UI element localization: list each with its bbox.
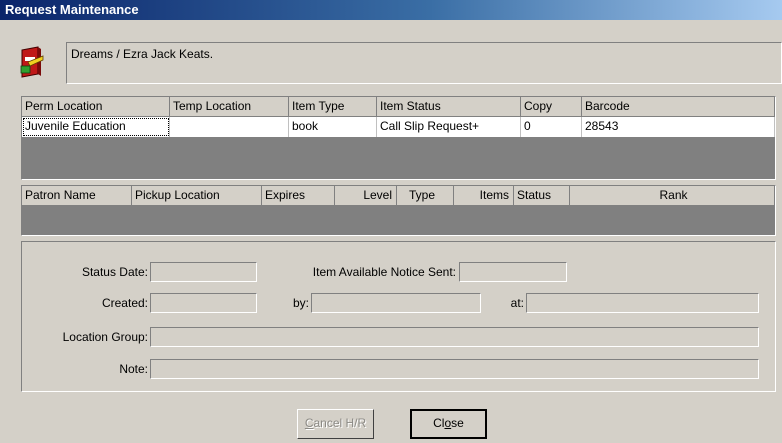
at-field[interactable] (526, 293, 759, 313)
cell-barcode: 28543 (582, 117, 775, 137)
column-header-copy[interactable]: Copy (521, 97, 582, 117)
request-maintenance-icon (20, 46, 44, 78)
column-header-temp-location[interactable]: Temp Location (170, 97, 289, 117)
item-title-field: Dreams / Ezra Jack Keats. (66, 42, 782, 84)
cell-copy: 0 (521, 117, 582, 137)
cancel-hr-button[interactable]: Cancel H/R (297, 409, 374, 439)
cell-temp-location (170, 117, 289, 137)
column-header-pickup-location[interactable]: Pickup Location (132, 186, 262, 206)
item-available-notice-label: Item Available Notice Sent: (312, 265, 456, 279)
requests-table[interactable]: Patron Name Pickup Location Expires Leve… (21, 185, 776, 236)
items-table[interactable]: Perm Location Temp Location Item Type It… (21, 96, 776, 180)
item-available-notice-field[interactable] (459, 262, 567, 282)
location-group-label: Location Group: (62, 330, 148, 344)
column-header-patron-name[interactable]: Patron Name (22, 186, 132, 206)
cell-item-type: book (289, 117, 377, 137)
status-date-label: Status Date: (81, 265, 148, 279)
cell-item-status: Call Slip Request+ (377, 117, 521, 137)
column-header-items[interactable]: Items (454, 186, 514, 206)
note-field[interactable] (150, 359, 759, 379)
column-header-level[interactable]: Level (335, 186, 397, 206)
column-header-rank[interactable]: Rank (570, 186, 775, 206)
column-header-status[interactable]: Status (514, 186, 570, 206)
by-field[interactable] (311, 293, 481, 313)
column-header-item-type[interactable]: Item Type (289, 97, 377, 117)
request-details-group: Status Date: Item Available Notice Sent:… (21, 241, 776, 392)
close-button[interactable]: Close (410, 409, 487, 439)
items-table-header: Perm Location Temp Location Item Type It… (22, 97, 775, 117)
cell-perm-location: Juvenile Education (22, 117, 170, 137)
note-label: Note: (119, 362, 148, 376)
column-header-type[interactable]: Type (397, 186, 454, 206)
status-date-field[interactable] (150, 262, 257, 282)
window-title: Request Maintenance (0, 0, 782, 20)
column-header-expires[interactable]: Expires (262, 186, 335, 206)
requests-table-header: Patron Name Pickup Location Expires Leve… (22, 186, 775, 206)
location-group-field[interactable] (150, 327, 759, 347)
created-label: Created: (101, 296, 148, 310)
table-row[interactable]: Juvenile Education book Call Slip Reques… (22, 117, 775, 137)
created-field[interactable] (150, 293, 257, 313)
column-header-perm-location[interactable]: Perm Location (22, 97, 170, 117)
at-label: at: (510, 296, 524, 310)
column-header-item-status[interactable]: Item Status (377, 97, 521, 117)
by-label: by: (292, 296, 309, 310)
column-header-barcode[interactable]: Barcode (582, 97, 775, 117)
